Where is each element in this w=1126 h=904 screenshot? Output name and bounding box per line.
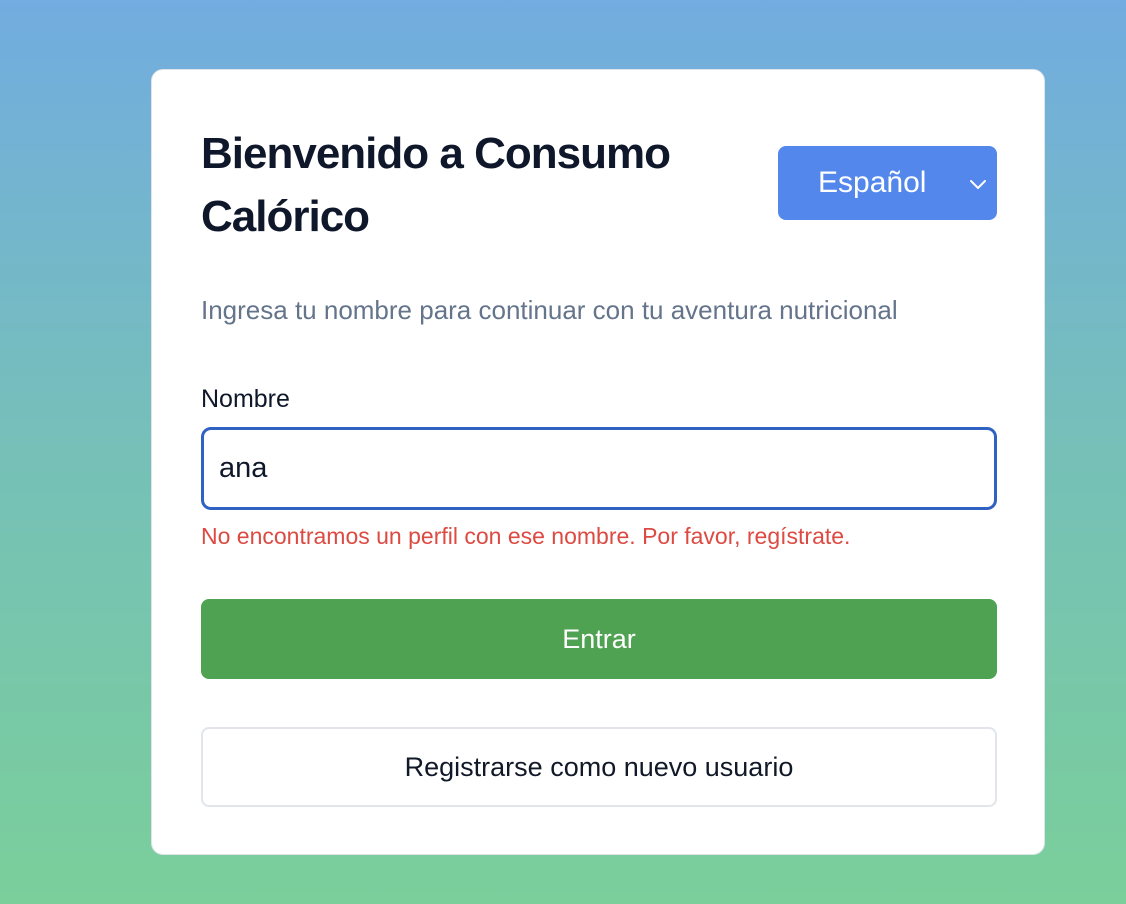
page-background: { "card": { "title": "Bienvenido a Consu… (0, 0, 1126, 904)
register-button[interactable]: Registrarse como nuevo usuario (201, 727, 997, 807)
name-input[interactable] (201, 427, 997, 510)
language-select[interactable]: Español (778, 146, 997, 220)
chevron-down-icon (970, 180, 986, 189)
error-message: No encontramos un perfil con ese nombre.… (201, 523, 851, 549)
login-card: Bienvenido a Consumo Calórico Español In… (151, 69, 1045, 855)
language-select-value: Español (818, 166, 927, 199)
page-title: Bienvenido a Consumo Calórico (201, 129, 671, 241)
name-field-label: Nombre (201, 385, 290, 413)
subtitle: Ingresa tu nombre para continuar con tu … (201, 295, 898, 325)
login-button[interactable]: Entrar (201, 599, 997, 679)
